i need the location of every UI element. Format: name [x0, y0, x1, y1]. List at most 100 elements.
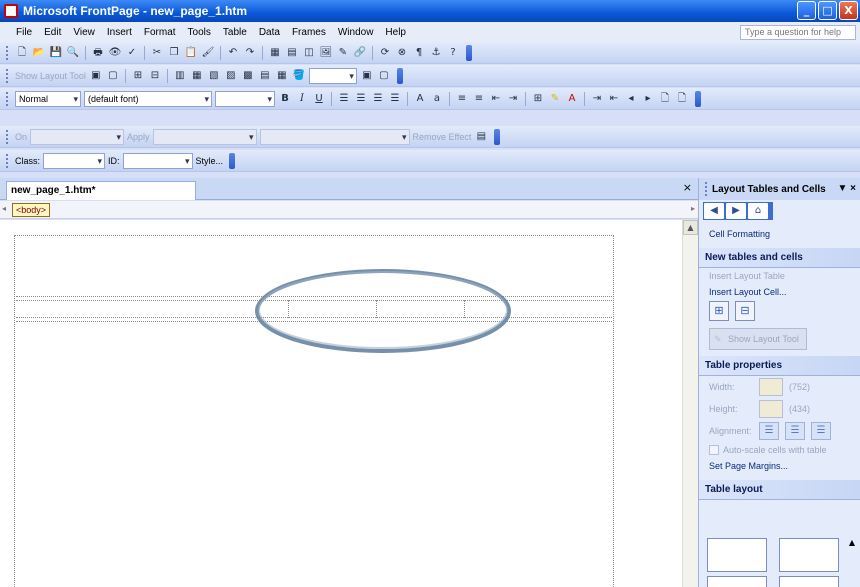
new-page-icon[interactable]: 🗋 [15, 46, 29, 60]
table-tool-6-icon[interactable]: ▤ [258, 69, 272, 83]
help-question-input[interactable]: Type a question for help [740, 25, 856, 40]
insert-table-icon[interactable]: ▤ [285, 46, 299, 60]
task-pane-close-icon[interactable]: × [850, 183, 856, 194]
decrease-font-icon[interactable]: a [430, 92, 444, 106]
page-2-icon[interactable]: 🗋 [675, 92, 689, 106]
event-combo[interactable] [30, 128, 125, 145]
spelling-icon[interactable]: ✓ [125, 46, 139, 60]
layout-cell-icon[interactable]: ▢ [106, 69, 120, 83]
anchor-icon[interactable]: ⚓ [429, 46, 443, 60]
preview-icon[interactable]: 👁 [108, 46, 122, 60]
table-layout-thumb[interactable] [707, 538, 767, 572]
toolbar-options-icon[interactable] [494, 128, 501, 145]
copy-icon[interactable]: ❐ [167, 46, 181, 60]
menu-edit[interactable]: Edit [38, 27, 67, 38]
page-icon[interactable]: 🗋 [658, 92, 672, 106]
close-window-button[interactable]: X [839, 1, 858, 20]
quick-tag-right-arrow-icon[interactable]: ▸ [691, 204, 695, 213]
style-button[interactable]: Style... [196, 156, 224, 166]
insert-component-icon[interactable]: ▦ [268, 46, 282, 60]
align-right-button[interactable]: ☰ [811, 422, 831, 440]
refresh-icon[interactable]: ⟳ [378, 46, 392, 60]
menu-table[interactable]: Table [217, 27, 253, 38]
toolbar-options-icon[interactable] [466, 44, 472, 61]
menu-frames[interactable]: Frames [286, 27, 332, 38]
nav-forward-icon[interactable]: ▸ [641, 92, 655, 106]
insert-layer-icon[interactable]: ◫ [302, 46, 316, 60]
forward-icon[interactable]: ▶ [726, 203, 746, 219]
table-tool-2-icon[interactable]: ▦ [190, 69, 204, 83]
remove-effect-button[interactable]: Remove Effect [413, 132, 472, 142]
table-option-2-icon[interactable]: ▢ [377, 69, 391, 83]
bold-button[interactable]: B [278, 92, 292, 106]
save-icon[interactable]: 💾 [49, 46, 63, 60]
menu-window[interactable]: Window [332, 27, 380, 38]
maximize-button[interactable]: □ [818, 1, 837, 20]
close-document-icon[interactable]: × [683, 181, 692, 194]
nav-back-icon[interactable]: ◂ [624, 92, 638, 106]
stop-icon[interactable]: ⊗ [395, 46, 409, 60]
quick-tag-body[interactable]: <body> [12, 203, 51, 217]
menu-data[interactable]: Data [253, 27, 286, 38]
draw-layout-cell-icon[interactable]: ⊟ [735, 301, 755, 321]
toolbar-grip-icon[interactable] [6, 45, 9, 60]
table-layout-thumb[interactable] [779, 538, 839, 572]
frontpage-app-icon[interactable] [4, 4, 18, 18]
table-layout-thumb[interactable] [779, 576, 839, 587]
effect-settings-combo[interactable] [259, 128, 410, 145]
undo-icon[interactable]: ↶ [226, 46, 240, 60]
increase-font-icon[interactable]: A [413, 92, 427, 106]
scroll-up-icon[interactable]: ▲ [846, 538, 858, 547]
style-combo[interactable]: Normal [15, 90, 81, 107]
toolbar-grip-icon[interactable] [6, 91, 9, 106]
menu-tools[interactable]: Tools [182, 27, 217, 38]
toolbar-grip-icon[interactable] [6, 153, 9, 168]
draw-layout-cell-icon[interactable]: ⊟ [148, 69, 162, 83]
toolbar-options-icon[interactable] [229, 152, 236, 169]
cell-formatting-link[interactable]: Cell Formatting [699, 226, 860, 242]
menu-help[interactable]: Help [379, 27, 412, 38]
height-input[interactable] [759, 400, 783, 418]
width-input[interactable] [759, 378, 783, 396]
underline-button[interactable]: U [312, 92, 326, 106]
drawing-icon[interactable]: ✎ [336, 46, 350, 60]
justify-icon[interactable]: ☰ [388, 92, 402, 106]
font-size-combo[interactable] [215, 90, 275, 107]
show-all-icon[interactable]: ¶ [412, 46, 426, 60]
toolbar-options-icon[interactable] [695, 90, 701, 107]
class-combo[interactable] [43, 152, 106, 169]
scroll-up-icon[interactable]: ▲ [683, 220, 698, 235]
table-tool-5-icon[interactable]: ▩ [241, 69, 255, 83]
id-combo[interactable] [122, 152, 193, 169]
highlight-icon[interactable]: ✎ [548, 92, 562, 106]
effect-combo[interactable] [152, 128, 257, 145]
draw-layout-table-icon[interactable]: ⊞ [131, 69, 145, 83]
insert-picture-icon[interactable]: 🖼 [319, 46, 333, 60]
paste-icon[interactable]: 📋 [184, 46, 198, 60]
task-pane-grip-icon[interactable] [705, 182, 708, 196]
italic-button[interactable]: I [295, 92, 309, 106]
quick-tag-left-arrow-icon[interactable]: ◂ [2, 204, 10, 216]
help-icon[interactable]: ? [446, 46, 460, 60]
highlight-effects-icon[interactable]: ▤ [474, 130, 488, 144]
fill-color-icon[interactable]: 🪣 [292, 69, 306, 83]
toolbar-grip-icon[interactable] [6, 129, 9, 144]
ltr-icon[interactable]: ⇥ [590, 92, 604, 106]
insert-layout-table-link[interactable]: Insert Layout Table [699, 268, 860, 284]
show-layout-tool-button[interactable]: Show Layout Tool [709, 328, 807, 350]
table-option-1-icon[interactable]: ▣ [360, 69, 374, 83]
format-painter-icon[interactable]: 🖌 [201, 46, 215, 60]
table-tool-7-icon[interactable]: ▦ [275, 69, 289, 83]
font-color-icon[interactable]: A [565, 92, 579, 106]
task-pane-menu-arrow[interactable]: ▼ [837, 183, 847, 194]
bullets-icon[interactable]: ≡ [472, 92, 486, 106]
numbering-icon[interactable]: ≡ [455, 92, 469, 106]
layout-table-icon[interactable]: ▣ [89, 69, 103, 83]
set-page-margins-link[interactable]: Set Page Margins... [699, 458, 860, 474]
autoscale-checkbox[interactable] [709, 445, 719, 455]
align-center-icon[interactable]: ☰ [354, 92, 368, 106]
font-combo[interactable]: (default font) [84, 90, 212, 107]
menu-format[interactable]: Format [138, 27, 182, 38]
vertical-scrollbar[interactable]: ▲ [682, 220, 698, 587]
table-tool-3-icon[interactable]: ▧ [207, 69, 221, 83]
